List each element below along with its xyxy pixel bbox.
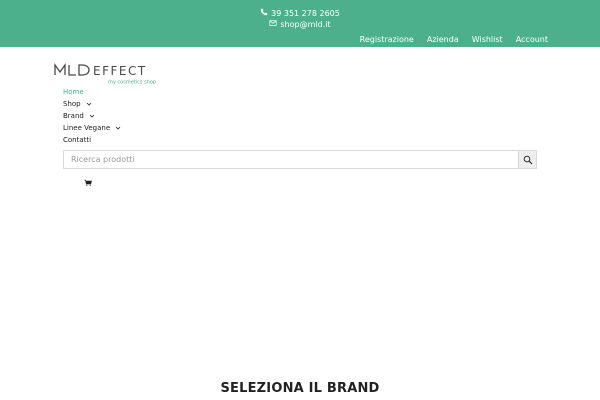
menu-item-shop[interactable]: Shop bbox=[63, 98, 121, 110]
menu-item-brand[interactable]: Brand bbox=[63, 110, 121, 122]
mail-icon bbox=[269, 19, 277, 30]
main-menu: Home Shop Brand Linee Vegane Contatti bbox=[63, 86, 121, 146]
top-nav-registrazione[interactable]: Registrazione bbox=[360, 35, 414, 44]
product-search bbox=[63, 150, 537, 169]
search-icon bbox=[523, 155, 532, 164]
cart-button[interactable] bbox=[84, 171, 92, 186]
email-address: shop@mld.it bbox=[280, 19, 331, 29]
cart-icon bbox=[84, 179, 92, 186]
logo-wordmark-text: EFFECT bbox=[93, 64, 147, 78]
chevron-down-icon bbox=[115, 126, 121, 130]
top-nav-azienda[interactable]: Azienda bbox=[427, 35, 459, 44]
top-nav-account[interactable]: Account bbox=[516, 35, 548, 44]
phone-number: 39 351 278 2605 bbox=[271, 8, 340, 18]
contact-info: 39 351 278 2605 shop@mld.it bbox=[0, 8, 600, 30]
search-input[interactable] bbox=[64, 151, 518, 168]
chevron-down-icon bbox=[89, 114, 95, 118]
menu-item-contatti[interactable]: Contatti bbox=[63, 134, 121, 146]
logo-tagline: my cosmetics shop bbox=[108, 80, 156, 86]
phone-icon bbox=[260, 8, 268, 19]
section-title: SELEZIONA IL BRAND bbox=[220, 381, 380, 396]
email-link[interactable]: shop@mld.it bbox=[0, 19, 600, 30]
top-nav-wishlist[interactable]: Wishlist bbox=[472, 35, 503, 44]
menu-item-linee-vegane[interactable]: Linee Vegane bbox=[63, 122, 121, 134]
phone-link[interactable]: 39 351 278 2605 bbox=[0, 8, 600, 19]
search-button[interactable] bbox=[518, 151, 536, 168]
site-logo[interactable]: EFFECT my cosmetics shop bbox=[54, 63, 164, 87]
top-nav: Registrazione Azienda Wishlist Account bbox=[360, 35, 548, 44]
chevron-down-icon bbox=[86, 102, 91, 106]
menu-item-home[interactable]: Home bbox=[63, 86, 121, 98]
top-bar: 39 351 278 2605 shop@mld.it Registrazion… bbox=[0, 0, 600, 47]
